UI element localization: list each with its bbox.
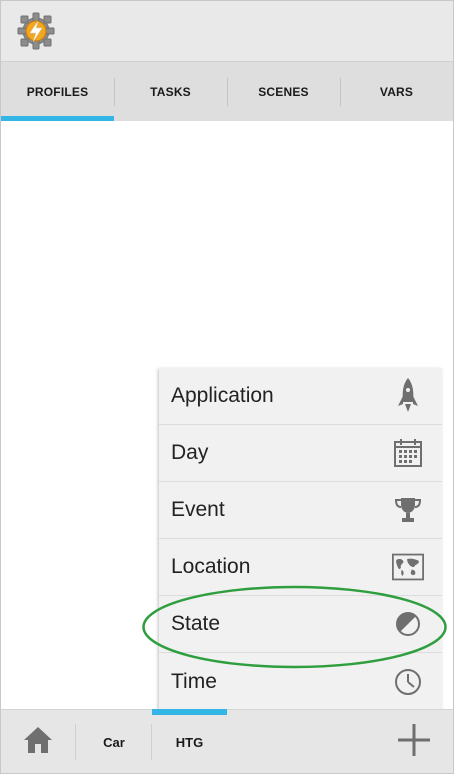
menu-item-label: Time: [171, 669, 217, 693]
action-bar: [1, 1, 453, 61]
menu-item-label: Day: [171, 441, 209, 464]
divider: [75, 724, 76, 760]
app-window: PROFILES TASKS SCENES VARS Application D…: [0, 0, 454, 774]
rocket-icon: [392, 378, 424, 412]
project-bar: Car HTG: [1, 709, 453, 773]
add-profile-button[interactable]: [389, 717, 439, 767]
tab-profiles-label: PROFILES: [26, 85, 89, 99]
calendar-icon: [392, 437, 424, 469]
menu-item-application[interactable]: Application: [159, 368, 442, 425]
trophy-icon: [392, 494, 424, 526]
state-highlight-ellipse: [141, 584, 448, 670]
menu-item-label: Application: [171, 384, 274, 407]
tab-tasks[interactable]: TASKS: [114, 62, 227, 122]
tab-vars-label: VARS: [379, 85, 414, 99]
project-tab-car[interactable]: Car: [77, 710, 151, 773]
home-button[interactable]: [1, 710, 75, 773]
tab-vars[interactable]: VARS: [340, 62, 453, 122]
tasker-app-icon[interactable]: [17, 12, 55, 50]
main-tabs: PROFILES TASKS SCENES VARS: [1, 61, 453, 122]
map-icon: [392, 551, 424, 583]
tab-profiles[interactable]: PROFILES: [1, 62, 114, 122]
menu-item-label: Location: [171, 555, 251, 578]
project-tab-label: HTG: [175, 734, 204, 750]
tab-tasks-label: TASKS: [150, 85, 191, 99]
tab-scenes-label: SCENES: [258, 85, 309, 99]
tab-scenes[interactable]: SCENES: [227, 62, 340, 122]
menu-item-day[interactable]: Day: [159, 425, 442, 482]
active-project-indicator: [152, 709, 227, 715]
home-icon: [22, 725, 54, 760]
menu-item-event[interactable]: Event: [159, 482, 442, 539]
project-tab-label: Car: [103, 734, 125, 750]
menu-item-label: Event: [171, 498, 225, 521]
plus-icon: [396, 722, 432, 763]
clock-icon: [392, 666, 424, 698]
project-tab-htg[interactable]: HTG: [152, 710, 227, 773]
